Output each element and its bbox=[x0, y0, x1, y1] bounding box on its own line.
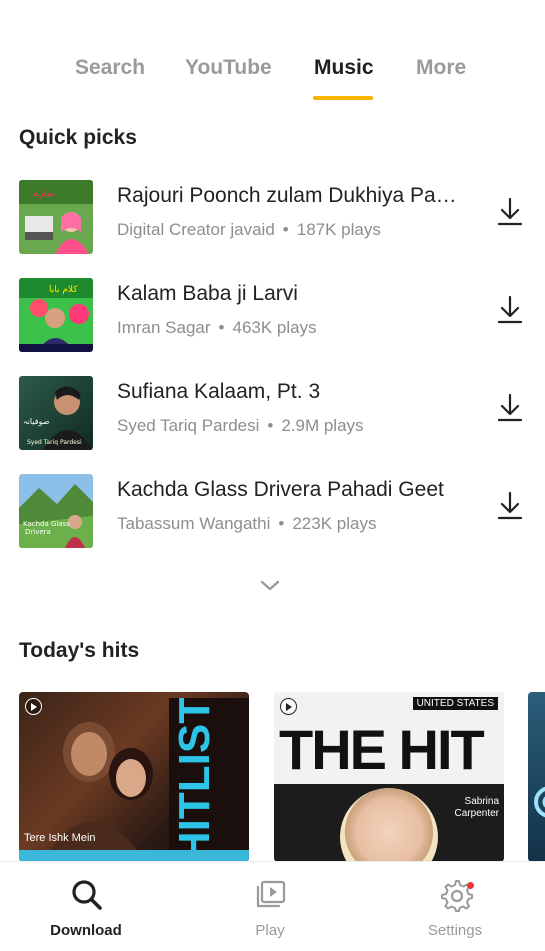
song-title: Sufiana Kalaam, Pt. 3 bbox=[117, 380, 321, 403]
svg-text:صوفیانہ: صوفیانہ bbox=[23, 417, 50, 426]
tab-search[interactable]: Search bbox=[75, 56, 145, 80]
cover-art bbox=[534, 786, 545, 818]
song-title: Kachda Glass Drivera Pahadi Geet bbox=[117, 478, 444, 501]
meta-separator: • bbox=[267, 416, 274, 435]
svg-text:Kachda Glass: Kachda Glass bbox=[23, 520, 70, 528]
download-icon[interactable] bbox=[496, 294, 524, 326]
download-icon[interactable] bbox=[496, 392, 524, 424]
todays-hits-title: Today's hits bbox=[19, 639, 140, 662]
playlist-card[interactable]: HITLIST Tere Ishk Mein bbox=[19, 692, 249, 862]
quick-picks-title: Quick picks bbox=[19, 126, 137, 149]
search-icon bbox=[72, 880, 102, 910]
tab-youtube[interactable]: YouTube bbox=[185, 56, 272, 80]
nav-label: Settings bbox=[427, 922, 483, 939]
active-tab-indicator bbox=[313, 96, 373, 100]
list-item[interactable]: صوفیانہ Syed Tariq Pardesi Sufiana Kalaa… bbox=[0, 370, 545, 456]
svg-text:کلام بابا: کلام بابا bbox=[49, 285, 78, 295]
song-thumbnail: سارے bbox=[19, 180, 93, 254]
cover-art bbox=[49, 722, 153, 852]
song-thumbnail: کلام بابا bbox=[19, 278, 93, 352]
song-plays: 187K plays bbox=[296, 220, 381, 239]
nav-play[interactable]: Play bbox=[200, 862, 340, 951]
download-icon[interactable] bbox=[496, 490, 524, 522]
nav-settings[interactable]: Settings bbox=[385, 862, 525, 951]
meta-separator: • bbox=[218, 318, 225, 337]
list-item[interactable]: سارے Rajouri Poonch zulam Dukhiya Pahari… bbox=[0, 174, 545, 260]
song-thumbnail: Kachda Glass Drivera bbox=[19, 474, 93, 548]
song-thumbnail: صوفیانہ Syed Tariq Pardesi bbox=[19, 376, 93, 450]
svg-text:Syed Tariq Pardesi: Syed Tariq Pardesi bbox=[27, 439, 82, 446]
play-library-icon bbox=[256, 880, 286, 908]
list-item[interactable]: Kachda Glass Drivera Kachda Glass Driver… bbox=[0, 468, 545, 554]
song-artist: Imran Sagar bbox=[117, 318, 211, 337]
card-caption: Tere Ishk Mein bbox=[24, 832, 96, 844]
bottom-navigation: Download Play Settings bbox=[0, 861, 545, 951]
card-artist-line: Sabrina bbox=[464, 796, 499, 807]
song-plays: 2.9M plays bbox=[281, 416, 364, 435]
card-big-text: HITLIST bbox=[170, 698, 219, 862]
card-artist-line: Carpenter bbox=[454, 808, 499, 819]
download-icon[interactable] bbox=[496, 196, 524, 228]
hitlist-wordmark: HITLIST bbox=[169, 698, 249, 862]
svg-text:سارے: سارے bbox=[33, 188, 55, 199]
tab-music[interactable]: Music bbox=[314, 56, 374, 80]
song-plays: 223K plays bbox=[292, 514, 377, 533]
song-meta: Tabassum Wangathi • 223K plays bbox=[117, 514, 376, 534]
song-artist: Tabassum Wangathi bbox=[117, 514, 271, 533]
notification-badge bbox=[467, 882, 474, 889]
song-meta: Syed Tariq Pardesi • 2.9M plays bbox=[117, 416, 364, 436]
top-tabs: Search YouTube Music More bbox=[0, 0, 545, 110]
song-plays: 463K plays bbox=[232, 318, 317, 337]
svg-text:Drivera: Drivera bbox=[25, 528, 51, 536]
song-title: Kalam Baba ji Larvi bbox=[117, 282, 298, 305]
card-country-label: UNITED STATES bbox=[412, 697, 498, 710]
playlist-card[interactable]: THE HIT LIST UNITED STATES Sabrina Carpe… bbox=[274, 692, 504, 862]
song-title: Rajouri Poonch zulam Dukhiya Pahari Geet bbox=[117, 184, 467, 207]
card-artist: Sabrina Carpenter bbox=[429, 796, 499, 820]
list-item[interactable]: کلام بابا Kalam Baba ji Larvi Imran Saga… bbox=[0, 272, 545, 358]
song-meta: Digital Creator javaid • 187K plays bbox=[117, 220, 381, 240]
chevron-down-icon[interactable] bbox=[257, 575, 283, 595]
play-icon bbox=[280, 698, 297, 715]
playlist-card[interactable] bbox=[528, 692, 545, 862]
nav-label: Download bbox=[50, 922, 122, 939]
song-artist: Digital Creator javaid bbox=[117, 220, 275, 239]
meta-separator: • bbox=[278, 514, 285, 533]
tab-more[interactable]: More bbox=[416, 56, 466, 80]
song-meta: Imran Sagar • 463K plays bbox=[117, 318, 317, 338]
meta-separator: • bbox=[282, 220, 289, 239]
nav-download[interactable]: Download bbox=[16, 862, 156, 951]
nav-label: Play bbox=[255, 922, 285, 939]
song-artist: Syed Tariq Pardesi bbox=[117, 416, 260, 435]
